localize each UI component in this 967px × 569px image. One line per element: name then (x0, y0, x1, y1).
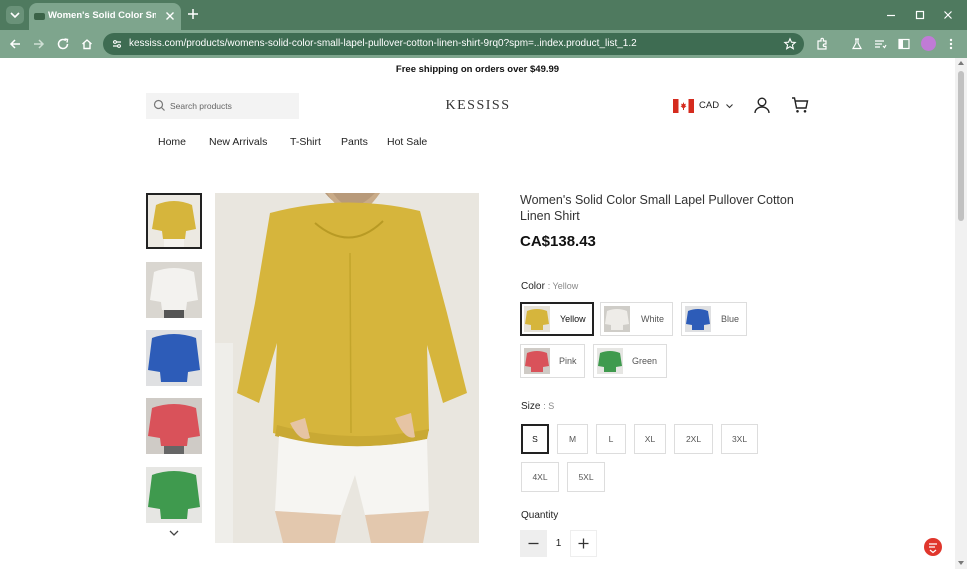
chevron-down-icon[interactable] (168, 529, 180, 537)
thumbnail-green[interactable] (146, 467, 202, 523)
scroll-up-arrow-icon[interactable] (958, 61, 964, 65)
tab-title: Women's Solid Color Small La (48, 10, 156, 21)
chat-support-button[interactable] (924, 538, 942, 556)
new-tab-plus-icon[interactable] (186, 7, 200, 21)
search-box[interactable] (146, 93, 299, 119)
color-label-text: Color (521, 281, 545, 292)
size-option-m[interactable]: M (557, 424, 588, 454)
color-option-name: Green (632, 356, 658, 366)
color-option-name: White (641, 314, 665, 324)
page-scrollbar[interactable] (955, 58, 967, 569)
store-logo[interactable]: KESSISS (400, 98, 556, 114)
nav-t-shirt[interactable]: T-Shirt (290, 136, 321, 148)
nav-new-arrivals[interactable]: New Arrivals (209, 136, 267, 148)
color-option-pink[interactable]: Pink (520, 344, 585, 378)
size-label-text: Size (521, 401, 541, 412)
product-thumbnail-image (146, 467, 202, 523)
scroll-down-arrow-icon[interactable] (958, 561, 964, 565)
green-swatch-image (597, 348, 623, 374)
size-option-4xl[interactable]: 4XL (521, 462, 559, 492)
thumbnail-blue[interactable] (146, 330, 202, 386)
quantity-decrease-button[interactable] (520, 530, 547, 557)
color-option-blue[interactable]: Blue (681, 302, 747, 336)
size-option-l[interactable]: L (596, 424, 626, 454)
color-option-label: Color : Yellow (521, 281, 579, 292)
size-option-5xl[interactable]: 5XL (567, 462, 605, 492)
size-option-2xl[interactable]: 2XL (674, 424, 713, 454)
white-swatch-image (604, 306, 630, 332)
minimize-icon[interactable] (884, 8, 898, 22)
main-product-image[interactable] (215, 193, 479, 543)
bookmark-star-icon[interactable] (783, 37, 797, 51)
product-thumbnail-image (146, 330, 202, 386)
product-price: CA$138.43 (520, 233, 596, 250)
shopping-cart-icon[interactable] (791, 96, 809, 114)
side-panel-icon[interactable] (897, 37, 911, 51)
nav-hot-sale[interactable]: Hot Sale (387, 136, 427, 148)
search-input[interactable] (170, 97, 294, 115)
announcement-bar: Free shipping on orders over $49.99 (395, 64, 560, 75)
yellow-swatch-image (524, 306, 550, 332)
maximize-icon[interactable] (913, 8, 927, 22)
canada-flag-icon (673, 99, 694, 113)
currency-selector[interactable]: CAD (673, 97, 737, 115)
product-thumbnail-image (146, 398, 202, 454)
minus-icon (528, 542, 539, 545)
blue-swatch-image (685, 306, 711, 332)
tab-search-button[interactable] (6, 6, 24, 24)
nav-home[interactable]: Home (158, 136, 186, 148)
thumbnail-yellow[interactable] (146, 193, 202, 249)
size-option-label: Size : S (521, 401, 555, 412)
site-favicon-icon (34, 13, 45, 20)
selected-size-value: S (548, 401, 555, 411)
chat-icon (929, 543, 937, 554)
quantity-increase-button[interactable] (570, 530, 597, 557)
size-option-3xl[interactable]: 3XL (721, 424, 758, 454)
thumbnail-pink[interactable] (146, 398, 202, 454)
product-title: Women's Solid Color Small Lapel Pullover… (520, 193, 794, 223)
currency-label: CAD (699, 100, 720, 111)
pink-swatch-image (524, 348, 550, 374)
color-option-green[interactable]: Green (593, 344, 667, 378)
scrollbar-thumb[interactable] (958, 71, 964, 221)
user-account-icon[interactable] (753, 96, 771, 114)
plus-icon (578, 538, 589, 549)
quantity-value[interactable]: 1 (547, 530, 570, 557)
site-info-icon[interactable] (111, 38, 123, 50)
color-option-white[interactable]: White (600, 302, 673, 336)
kebab-menu-icon[interactable] (944, 37, 958, 51)
url-text: kessiss.com/products/womens-solid-color-… (129, 38, 637, 49)
search-icon (153, 99, 165, 111)
color-option-yellow[interactable]: Yellow (520, 302, 594, 336)
color-option-name: Blue (721, 314, 740, 324)
window-close-icon[interactable] (941, 8, 955, 22)
size-option-xl[interactable]: XL (634, 424, 666, 454)
reload-icon[interactable] (56, 37, 70, 51)
color-option-name: Yellow (560, 314, 586, 324)
browser-tab-strip: Women's Solid Color Small La (0, 0, 967, 30)
chevron-down-icon (10, 12, 20, 19)
product-thumbnail-image (146, 262, 202, 318)
selected-color-value: Yellow (552, 281, 579, 291)
product-thumbnail-image (148, 195, 200, 247)
labs-flask-icon[interactable] (850, 37, 864, 51)
nav-pants[interactable]: Pants (341, 136, 368, 148)
close-icon[interactable] (163, 9, 177, 23)
color-option-name: Pink (559, 356, 577, 366)
browser-toolbar: kessiss.com/products/womens-solid-color-… (0, 30, 967, 58)
quantity-label: Quantity (521, 510, 559, 521)
product-photo (215, 193, 479, 543)
forward-arrow-icon[interactable] (32, 37, 46, 51)
address-bar[interactable]: kessiss.com/products/womens-solid-color-… (103, 33, 804, 55)
back-arrow-icon[interactable] (8, 37, 22, 51)
chevron-down-icon (726, 104, 733, 109)
size-option-s[interactable]: S (521, 424, 549, 454)
extensions-puzzle-icon[interactable] (815, 37, 829, 51)
browser-tab[interactable]: Women's Solid Color Small La (29, 3, 181, 30)
thumbnail-white[interactable] (146, 262, 202, 318)
home-icon[interactable] (80, 37, 94, 51)
profile-avatar[interactable] (921, 36, 936, 51)
reading-list-icon[interactable] (873, 37, 887, 51)
